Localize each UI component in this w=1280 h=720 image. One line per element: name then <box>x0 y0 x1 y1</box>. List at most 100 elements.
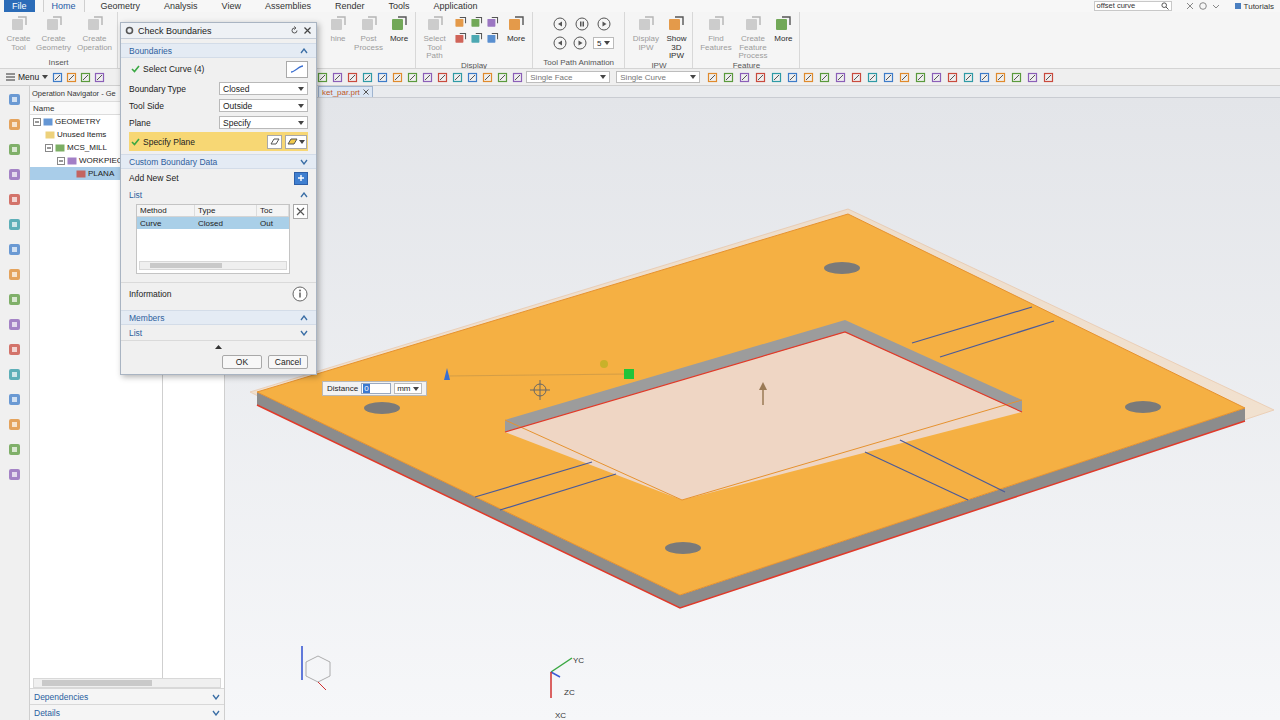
toolbar-icon[interactable] <box>883 72 894 83</box>
toolbar-icon[interactable] <box>66 72 77 83</box>
ribbon-button[interactable]: hine <box>326 15 350 44</box>
ribbon-tab[interactable]: Home <box>43 0 85 12</box>
specify-plane-row[interactable]: Specify Plane <box>129 132 308 151</box>
playback-icon[interactable] <box>573 36 587 50</box>
toolbar-icon[interactable] <box>803 72 814 83</box>
ribbon-button[interactable]: Create Tool <box>4 15 33 52</box>
collapse-icon[interactable] <box>300 48 308 54</box>
members-list-row[interactable]: List <box>121 325 316 341</box>
ribbon-button[interactable]: Post Process <box>352 15 385 52</box>
curve-select-button[interactable] <box>286 61 308 78</box>
graphics-window[interactable]: YCZCXCDistance0mm <box>225 98 1280 720</box>
resource-bar-icon[interactable] <box>7 242 22 257</box>
expand-toggle-icon[interactable] <box>45 144 53 152</box>
ribbon-tab[interactable]: Render <box>327 0 373 12</box>
ribbon-button[interactable]: Create Feature Process <box>736 15 769 61</box>
resource-bar-icon[interactable] <box>7 217 22 232</box>
help-icon[interactable] <box>1199 2 1207 10</box>
toolbar-icon[interactable] <box>723 72 734 83</box>
toolbar-icon[interactable] <box>899 72 910 83</box>
playback-icon[interactable] <box>575 17 589 31</box>
toolbar-icon[interactable] <box>482 72 493 83</box>
collapse-icon[interactable] <box>300 315 308 321</box>
toolbar-icon[interactable] <box>407 72 418 83</box>
resource-bar-icon[interactable] <box>7 417 22 432</box>
resource-bar-icon[interactable] <box>7 292 22 307</box>
ribbon-button[interactable]: Display IPW <box>629 15 662 52</box>
toolbar-icon[interactable] <box>347 72 358 83</box>
cancel-button[interactable]: Cancel <box>268 355 308 369</box>
playback-icon[interactable] <box>597 17 611 31</box>
resource-bar-icon[interactable] <box>7 192 22 207</box>
boundary-list[interactable]: MethodTypeTocCurveClosedOut <box>136 204 290 274</box>
dropdown-icon[interactable] <box>1212 2 1220 10</box>
toolbar-icon[interactable] <box>947 72 958 83</box>
toolbar-icon[interactable] <box>819 72 830 83</box>
settings-icon[interactable] <box>1186 2 1194 10</box>
resource-bar-icon[interactable] <box>7 117 22 132</box>
reset-icon[interactable] <box>290 26 299 35</box>
command-search[interactable]: offset curve <box>1094 1 1172 11</box>
toolbar-icon[interactable] <box>392 72 403 83</box>
ribbon-tab[interactable]: Geometry <box>93 0 149 12</box>
file-tab[interactable]: ket_par.prt <box>318 86 373 97</box>
resource-bar-icon[interactable] <box>7 367 22 382</box>
ribbon-button[interactable]: Select Tool Path <box>420 15 449 61</box>
expand-icon[interactable] <box>300 159 308 165</box>
select-curve-row[interactable]: Select Curve (4) <box>129 58 308 80</box>
toolbar-icon[interactable] <box>452 72 463 83</box>
toolbar-icon[interactable] <box>963 72 974 83</box>
ribbon-button[interactable]: Find Features <box>697 15 734 52</box>
tutorials-link[interactable]: Tutorials <box>1228 2 1280 11</box>
ribbon-tab[interactable]: Assemblies <box>257 0 319 12</box>
section-header[interactable]: Custom Boundary Data <box>121 154 316 169</box>
part-model[interactable] <box>225 98 1280 720</box>
ribbon-tab[interactable]: Analysis <box>156 0 206 12</box>
resource-bar-icon[interactable] <box>7 467 22 482</box>
playback-icon[interactable] <box>553 36 567 50</box>
ribbon-tab[interactable]: Application <box>425 0 485 12</box>
expand-icon[interactable] <box>212 694 220 700</box>
toolbar-icon[interactable] <box>915 72 926 83</box>
toolbar-icon[interactable] <box>52 72 63 83</box>
toolbar-icon[interactable] <box>1027 72 1038 83</box>
resource-bar-icon[interactable] <box>7 267 22 282</box>
ribbon-tab[interactable]: View <box>214 0 249 12</box>
expand-icon[interactable] <box>212 710 220 716</box>
toolbar-icon[interactable] <box>931 72 942 83</box>
toolbar-icon[interactable] <box>377 72 388 83</box>
add-new-set-row[interactable]: Add New Set <box>129 169 308 187</box>
resource-bar-icon[interactable] <box>7 92 22 107</box>
panel-section[interactable]: Dependencies <box>30 688 224 704</box>
toolbar-icon[interactable] <box>497 72 508 83</box>
toolbar-icon[interactable] <box>771 72 782 83</box>
ribbon-button[interactable]: Create Operation <box>74 15 115 52</box>
toolbar-icon[interactable] <box>1011 72 1022 83</box>
menu-button[interactable]: Menu <box>0 72 52 82</box>
toolbar-icon[interactable] <box>979 72 990 83</box>
toolbar-icon[interactable] <box>835 72 846 83</box>
ribbon-button[interactable]: More <box>771 15 795 44</box>
toolbar-icon[interactable] <box>467 72 478 83</box>
expand-toggle-icon[interactable] <box>33 118 41 126</box>
toolbar-icon[interactable] <box>755 72 766 83</box>
horizontal-scrollbar[interactable] <box>139 261 287 270</box>
resource-bar-icon[interactable] <box>7 317 22 332</box>
horizontal-scrollbar[interactable] <box>33 678 221 688</box>
toolbar-icon[interactable] <box>512 72 523 83</box>
section-header[interactable]: Members <box>121 310 316 325</box>
ok-button[interactable]: OK <box>222 355 262 369</box>
plane-dialog-button[interactable] <box>267 135 282 149</box>
close-icon[interactable] <box>363 89 369 95</box>
field-dropdown[interactable]: Closed <box>219 82 308 95</box>
inferred-plane-button[interactable] <box>285 135 307 149</box>
toolbar-icon[interactable] <box>437 72 448 83</box>
ribbon-button[interactable]: More <box>504 15 528 44</box>
toolbar-icon[interactable] <box>851 72 862 83</box>
distance-input[interactable]: Distance0mm <box>322 381 427 396</box>
ribbon-tab[interactable]: Tools <box>380 0 417 12</box>
info-icon[interactable] <box>292 286 308 302</box>
toolbar-icon[interactable] <box>739 72 750 83</box>
resource-bar-icon[interactable] <box>7 167 22 182</box>
toolbar-icon[interactable] <box>422 72 433 83</box>
